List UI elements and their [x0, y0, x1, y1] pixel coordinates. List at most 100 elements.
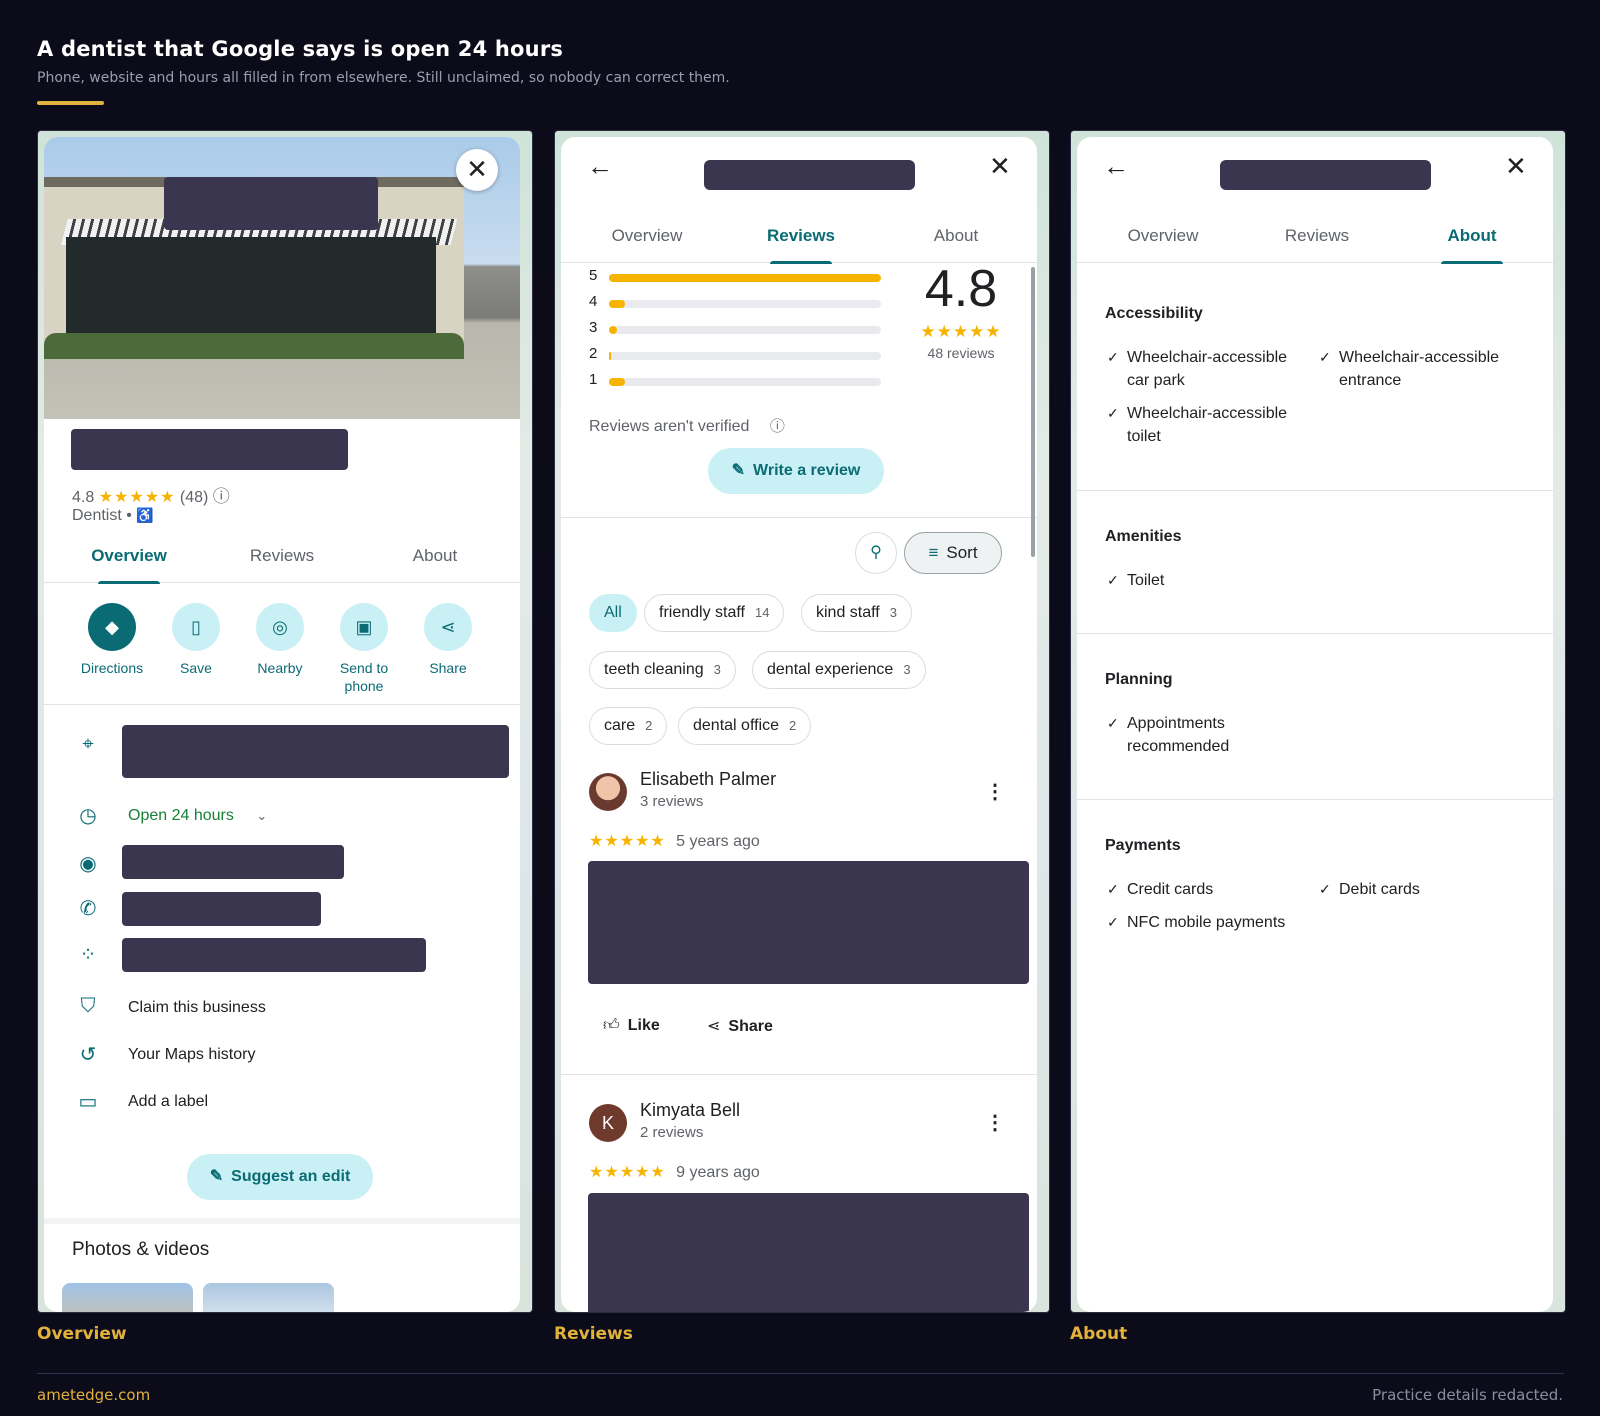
- website-row[interactable]: ◉: [44, 843, 520, 883]
- chevron-down-icon[interactable]: ⌄: [256, 808, 267, 823]
- avatar[interactable]: [589, 773, 627, 811]
- chip-dental-office[interactable]: dental office 2: [678, 707, 812, 745]
- reviewer-name[interactable]: Elisabeth Palmer: [640, 769, 776, 790]
- close-icon[interactable]: ✕: [456, 149, 498, 191]
- info-icon[interactable]: ⓘ: [213, 487, 230, 506]
- tab-reviews[interactable]: Reviews: [212, 531, 352, 583]
- more-options-icon[interactable]: ⋮: [985, 779, 1005, 804]
- rating-bar-row: 4: [589, 293, 889, 313]
- back-arrow-icon[interactable]: ←: [1103, 151, 1129, 182]
- write-review-icon: ✎: [731, 462, 746, 479]
- reviews-card: ← ✕ Overview Reviews About 5 4 3 2 1 4.8 ★★★…: [561, 137, 1037, 1312]
- chip-kind-staff[interactable]: kind staff 3: [801, 594, 912, 632]
- overview-panel: ✕ 4.8 ★★★★★ (48) ⓘ Dentist • ♿ Overview …: [37, 130, 533, 1313]
- rating-bar-row: 5: [589, 267, 889, 287]
- write-review-button[interactable]: ✎ Write a review: [708, 448, 884, 494]
- action-buttons: ◆ Directions ▯ Save ◎ Nearby ▣ Send to p…: [44, 597, 520, 705]
- close-icon[interactable]: ✕: [989, 151, 1011, 182]
- close-icon[interactable]: ✕: [1505, 151, 1527, 182]
- category-label[interactable]: Dentist: [72, 507, 122, 524]
- caption-overview: Overview: [37, 1324, 127, 1344]
- review-count[interactable]: (48): [180, 489, 208, 506]
- redacted-website: [122, 845, 344, 879]
- tab-reviews[interactable]: Reviews: [1247, 211, 1387, 263]
- save-button[interactable]: ▯ Save: [154, 603, 238, 677]
- reviewer-name[interactable]: Kimyata Bell: [640, 1100, 740, 1121]
- wheelchair-icon: ♿: [136, 507, 154, 523]
- share-icon: ⋖: [424, 603, 472, 651]
- avatar[interactable]: K: [589, 1104, 627, 1142]
- tab-overview[interactable]: Overview: [59, 531, 199, 584]
- rating-summary: 4.8 ★★★★★ (48) ⓘ: [72, 482, 230, 507]
- tab-about[interactable]: About: [1402, 211, 1542, 264]
- chip-all[interactable]: All: [589, 594, 637, 632]
- directions-button[interactable]: ◆ Directions: [70, 603, 154, 677]
- hours-row[interactable]: ◷ Open 24 hours ⌄: [44, 797, 520, 837]
- about-panel: ← ✕ Overview Reviews About Accessibility…: [1070, 130, 1566, 1313]
- info-icon[interactable]: ⓘ: [770, 418, 785, 435]
- thumbs-up-icon: 👍︎: [603, 1017, 620, 1034]
- send-to-phone-button[interactable]: ▣ Send to phone: [322, 603, 406, 695]
- attribute-item: Wheelchair-accessible car park: [1105, 346, 1305, 392]
- photo-thumbnail[interactable]: [203, 1283, 334, 1312]
- sort-button[interactable]: ≡ Sort: [904, 532, 1002, 574]
- rating-bar-star: 2: [589, 345, 598, 362]
- chip-teeth-cleaning[interactable]: teeth cleaning 3: [589, 651, 736, 689]
- more-options-icon[interactable]: ⋮: [985, 1110, 1005, 1135]
- tab-reviews[interactable]: Reviews: [731, 211, 871, 264]
- place-photo[interactable]: ✕: [44, 137, 520, 419]
- history-row[interactable]: ↺ Your Maps history: [44, 1036, 520, 1076]
- claim-row[interactable]: ⛉ Claim this business: [44, 989, 520, 1029]
- nearby-button[interactable]: ◎ Nearby: [238, 603, 322, 677]
- section-payments: Payments: [1105, 837, 1181, 854]
- send-to-phone-icon: ▣: [340, 603, 388, 651]
- section-accessibility: Accessibility: [1105, 305, 1203, 322]
- pencil-icon: ✎: [209, 1168, 224, 1185]
- section-amenities: Amenities: [1105, 528, 1182, 545]
- search-reviews-button[interactable]: ⚲: [855, 532, 897, 574]
- rating-bar-star: 3: [589, 319, 598, 336]
- redacted-review-text: [588, 861, 1029, 984]
- footer-source[interactable]: ametedge.com: [37, 1386, 150, 1404]
- label-icon: ▭: [78, 1091, 98, 1113]
- attribute-item: Appointments recommended: [1105, 712, 1265, 758]
- phone-row[interactable]: ✆: [44, 890, 520, 930]
- back-arrow-icon[interactable]: ←: [587, 151, 613, 182]
- chip-care[interactable]: care 2: [589, 707, 668, 745]
- redacted-sign: [164, 177, 378, 230]
- search-icon: ⚲: [870, 544, 882, 561]
- like-button[interactable]: 👍︎ Like: [603, 1016, 660, 1035]
- tab-about[interactable]: About: [365, 531, 505, 583]
- attribute-item: Toilet: [1105, 569, 1305, 592]
- average-stars: ★★★★★: [920, 322, 1002, 341]
- rating-stars: ★★★★★: [98, 489, 176, 506]
- redacted-review-text: [588, 1193, 1029, 1312]
- rating-bar-fill: [609, 326, 617, 334]
- share-button[interactable]: ⋖ Share: [707, 1016, 773, 1036]
- location-pin-icon: ⌖: [82, 733, 94, 755]
- average-rating: 4.8: [924, 260, 998, 318]
- label-row[interactable]: ▭ Add a label: [44, 1083, 520, 1123]
- tab-about[interactable]: About: [886, 211, 1026, 263]
- not-verified-note: Reviews aren't verified ⓘ: [589, 418, 785, 435]
- share-button[interactable]: ⋖ Share: [406, 603, 490, 677]
- review-meta: ★★★★★ 5 years ago: [589, 833, 760, 850]
- rating-bar-fill: [609, 274, 881, 282]
- photo-thumbnail[interactable]: [62, 1283, 193, 1312]
- rating-bar-track: [609, 352, 881, 360]
- tab-overview[interactable]: Overview: [577, 211, 717, 263]
- attribute-item: Wheelchair-accessible entrance: [1317, 346, 1527, 392]
- page-subtitle: Phone, website and hours all filled in f…: [37, 70, 730, 86]
- chip-dental-experience[interactable]: dental experience 3: [752, 651, 926, 689]
- chip-friendly-staff[interactable]: friendly staff 14: [644, 594, 785, 632]
- plus-code-icon: ⁘: [79, 944, 97, 966]
- redacted-place-name: [71, 429, 348, 470]
- scrollbar[interactable]: [1031, 267, 1035, 557]
- total-reviews[interactable]: 48 reviews: [901, 345, 1021, 361]
- reviewer-count: 2 reviews: [640, 1124, 704, 1141]
- tab-overview[interactable]: Overview: [1093, 211, 1233, 263]
- suggest-edit-button[interactable]: ✎ Suggest an edit: [187, 1154, 373, 1200]
- about-card: ← ✕ Overview Reviews About Accessibility…: [1077, 137, 1553, 1312]
- address-row[interactable]: ⌖: [44, 725, 520, 778]
- plus-code-row[interactable]: ⁘: [44, 936, 520, 976]
